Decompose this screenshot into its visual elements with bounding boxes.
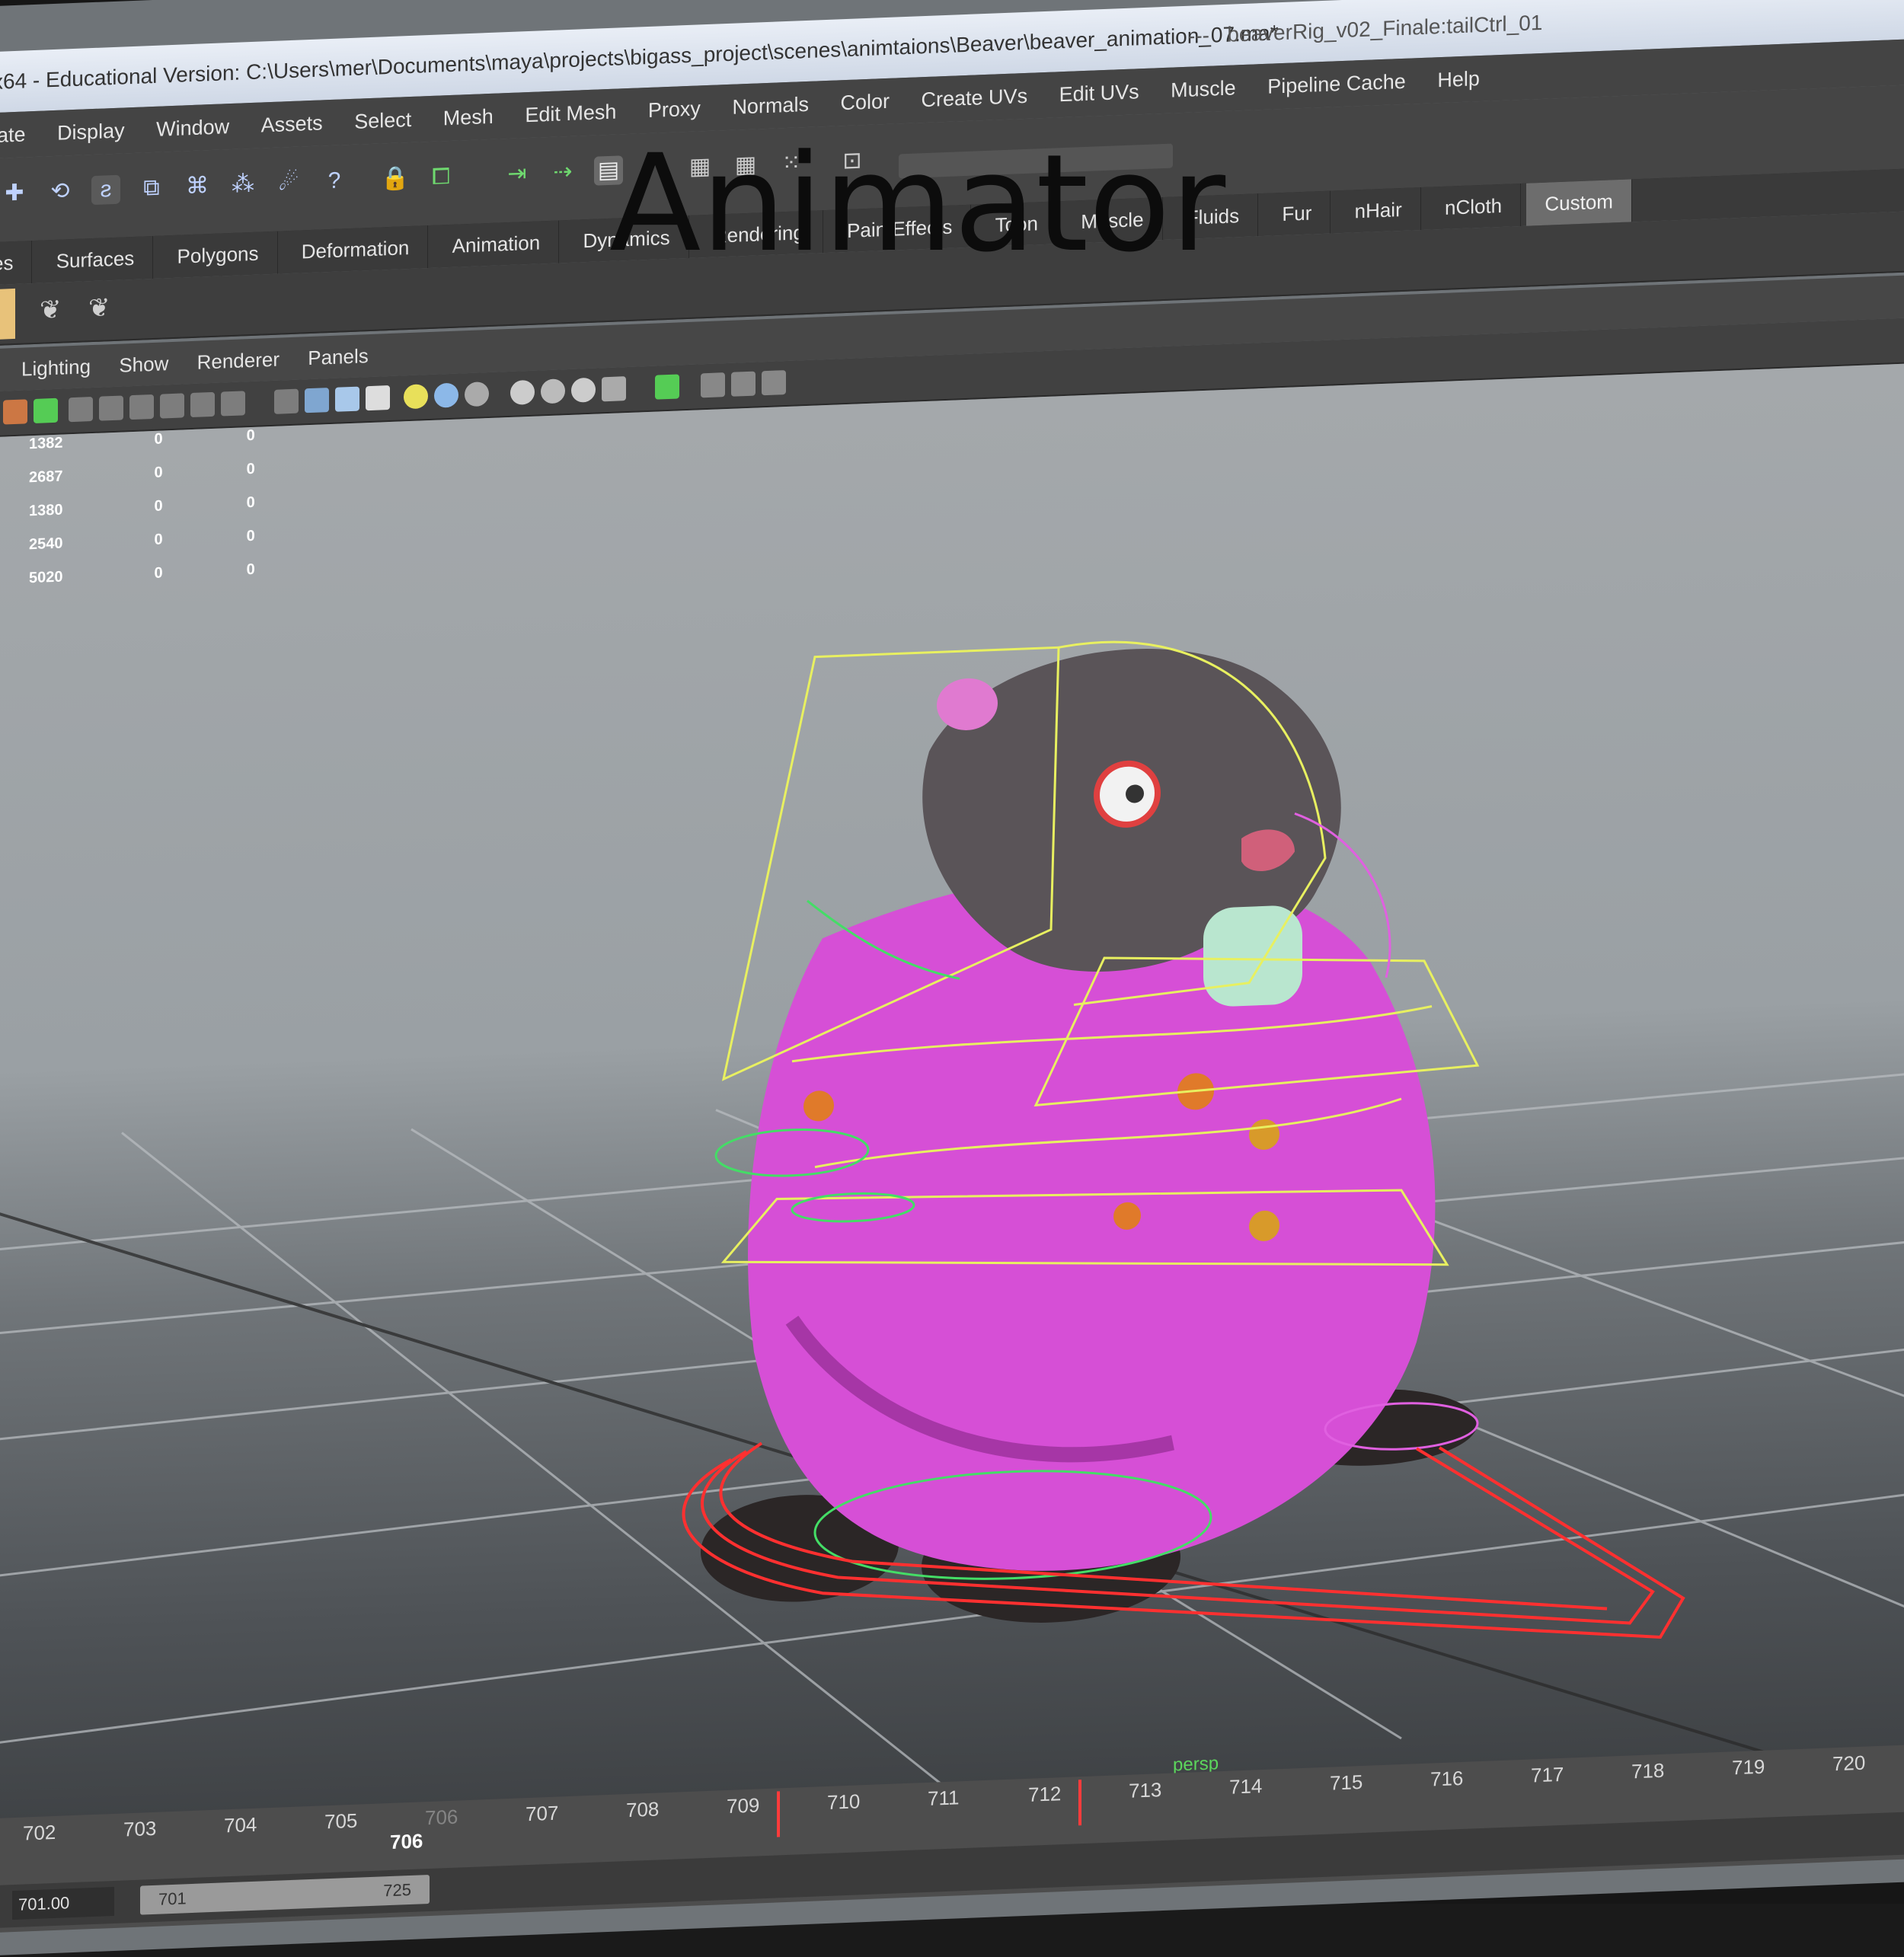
tab-animation[interactable]: Animation [433,220,560,268]
panel-menu-panels[interactable]: Panels [308,334,369,379]
frame-tick: 715 [1330,1770,1363,1795]
safe-action-icon[interactable] [160,393,184,419]
frame-tick: 708 [626,1797,660,1822]
shade-wire-icon[interactable] [335,386,359,412]
frame-tick: 713 [1129,1778,1162,1802]
frame-tick: 712 [1028,1782,1062,1806]
frame-tick: 720 [1832,1751,1866,1776]
menu-pipeline-cache[interactable]: Pipeline Cache [1267,59,1406,110]
smooth-shade-icon[interactable] [305,388,329,413]
panel-menu-show[interactable]: Show [119,342,168,386]
menu-help[interactable]: Help [1437,56,1480,103]
range-slider: 701.00 701 725 [0,1810,1904,1930]
menu-edit-uvs[interactable]: Edit UVs [1059,69,1139,117]
tab-fur[interactable]: Fur [1263,190,1331,236]
maya-window: x64 - Educational Version: C:\Users\mer\… [0,0,1904,1957]
frame-tick: 711 [928,1786,960,1810]
menu-edit-mesh[interactable]: Edit Mesh [525,89,616,139]
lasso-tool-icon[interactable]: ⟲ [46,177,75,206]
construction-history-icon[interactable]: ⇥ [503,159,532,189]
tab-deformation[interactable]: Deformation [283,225,429,274]
frame-tick: 717 [1531,1762,1564,1787]
move-tool-icon[interactable]: ⧉ [137,173,166,203]
frame-tick: 716 [1430,1766,1464,1791]
texture-icon[interactable] [366,385,390,411]
wireframe-icon[interactable] [274,388,299,414]
frame-icon[interactable] [34,397,58,424]
lock-icon[interactable]: 🔒 [381,164,410,193]
range-end-label: 725 [383,1879,411,1901]
frame-tick: 702 [23,1820,56,1845]
frame-tick: 714 [1229,1774,1263,1799]
camera-attributes-icon[interactable] [701,372,725,398]
grid-icon[interactable] [69,397,93,423]
viewport-scene [0,640,1904,1811]
tab-ncloth[interactable]: nCloth [1426,183,1522,230]
current-frame: 706 [390,1829,423,1854]
playback-range-bar[interactable]: 701 725 [140,1875,430,1915]
field-chart-icon[interactable] [190,391,215,418]
tab-polygons[interactable]: Polygons [158,231,278,279]
camera-icon[interactable] [3,399,27,425]
frame-tick: 703 [123,1816,157,1841]
rotate-tool-icon[interactable]: ⌘ [183,171,212,201]
range-start-label: 701 [158,1888,187,1909]
tab-general[interactable]: es [0,241,33,286]
menu-select[interactable]: Select [354,97,411,145]
ambient-occlusion-icon[interactable] [465,382,489,407]
keyframe-marker[interactable] [1078,1780,1081,1826]
panel-menu-lighting[interactable]: Lighting [21,345,91,390]
frame-tick: 718 [1631,1758,1665,1783]
title-separator: --- [1188,23,1209,48]
two-d-pan-icon[interactable] [731,371,756,397]
shelf-feather-icon-2[interactable]: ❦ [88,292,119,327]
menu-create[interactable]: ate [0,111,26,158]
shadow-icon[interactable] [434,382,458,408]
menu-color[interactable]: Color [840,78,890,126]
menu-muscle[interactable]: Muscle [1171,65,1236,113]
shelf-script-icon[interactable] [0,288,15,340]
xray-icon[interactable] [602,376,626,402]
selected-object: beaverRig_v02_Finale:tailCtrl_01 [1227,10,1543,46]
keyframe-marker[interactable] [777,1791,780,1837]
menu-assets[interactable]: Assets [261,100,323,148]
depth-of-field-icon[interactable] [571,377,596,403]
menu-create-uvs[interactable]: Create UVs [922,73,1028,123]
frame-tick: 706 [425,1805,458,1830]
tab-nhair[interactable]: nHair [1336,187,1421,234]
anti-alias-icon[interactable] [541,378,565,404]
snap-icon[interactable]: ☄ [274,168,303,197]
menu-display[interactable]: Display [57,107,125,155]
tab-custom[interactable]: Custom [1526,179,1632,226]
frame-tick: 710 [827,1789,861,1814]
share-icon[interactable] [762,370,786,396]
frame-tick: 704 [224,1812,257,1837]
film-gate-icon[interactable] [99,395,123,421]
paint-select-icon[interactable]: ƨ [91,174,120,206]
perspective-viewport[interactable]: 1382 0 0 2687 0 0 1380 0 0 2540 0 0 5020 0 0 [0,362,1904,1848]
resolution-gate-icon[interactable] [129,394,154,420]
help-icon[interactable]: ? [320,166,349,196]
frame-tick: 719 [1732,1754,1765,1780]
select-tool-icon[interactable]: ✚ [0,178,29,208]
frame-tick: 707 [526,1801,559,1826]
caption-overlay: Animator [609,126,1226,282]
tab-surfaces[interactable]: Surfaces [37,235,154,283]
scale-tool-icon[interactable]: ⁂ [228,170,257,200]
motion-blur-icon[interactable] [510,379,535,405]
lighting-icon[interactable] [404,384,428,410]
render-icon[interactable]: ⇢ [548,158,577,187]
input-output-icon[interactable]: ⧠ [426,162,455,192]
isolate-select-icon[interactable] [221,391,245,417]
frame-tick: 705 [324,1809,358,1834]
select-highlight-icon[interactable] [655,374,679,400]
panel-menu-renderer[interactable]: Renderer [197,338,280,384]
shelf-feather-icon[interactable]: ❦ [40,294,70,329]
frame-tick: 709 [727,1793,760,1818]
menu-window[interactable]: Window [156,104,229,152]
menu-mesh[interactable]: Mesh [443,94,494,142]
menu-normals[interactable]: Normals [732,81,809,130]
